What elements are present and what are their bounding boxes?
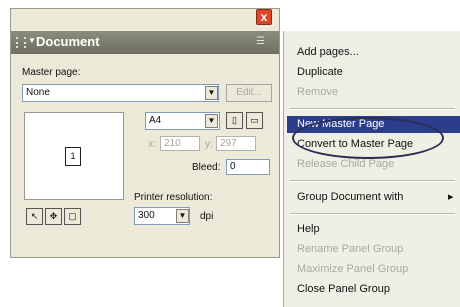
drag-grip-icon[interactable] [16, 37, 26, 48]
master-page-label: Master page: [22, 67, 81, 78]
dropdown-arrow-icon[interactable]: ▼ [205, 86, 218, 100]
grab-tool-icon[interactable]: ✥ [45, 208, 62, 225]
menu-item-maximize-panel-group[interactable]: Maximize Panel Group [297, 263, 408, 275]
printer-resolution-label: Printer resolution: [134, 192, 213, 203]
menu-item-release-child-page[interactable]: Release Child Page [297, 158, 394, 170]
menu-item-group-document-with[interactable]: Group Document with [297, 191, 403, 203]
dropdown-arrow-icon[interactable]: ▼ [176, 209, 189, 223]
menu-item-duplicate[interactable]: Duplicate [297, 66, 343, 78]
height-field[interactable]: 297 [216, 136, 256, 151]
submenu-arrow-icon: ▸ [448, 191, 454, 203]
page-number-box: 1 [65, 147, 81, 166]
dropdown-arrow-icon[interactable]: ▼ [205, 114, 218, 128]
close-icon[interactable]: x [256, 9, 272, 25]
menu-separator [290, 108, 455, 110]
bleed-label: Bleed: [192, 162, 221, 173]
master-page-select[interactable]: None [22, 84, 219, 102]
menu-item-remove[interactable]: Remove [297, 86, 338, 98]
collapse-arrow-icon[interactable]: ▼ [28, 36, 36, 45]
bleed-value: 0 [230, 161, 236, 172]
menu-item-rename-panel-group[interactable]: Rename Panel Group [297, 243, 403, 255]
page-size-value: A4 [149, 115, 162, 126]
edit-button[interactable]: Edit... [226, 84, 272, 102]
menu-separator [290, 180, 455, 182]
width-value: 210 [164, 138, 181, 149]
height-prefix: y: [205, 139, 213, 150]
printer-resolution-value: 300 [138, 210, 155, 221]
menu-item-add-pages[interactable]: Add pages... [297, 46, 359, 58]
page-tool-icon[interactable]: ↖ [26, 208, 43, 225]
master-page-value: None [26, 87, 50, 98]
dpi-label: dpi [200, 211, 214, 222]
menu-item-close-panel-group[interactable]: Close Panel Group [297, 283, 390, 295]
width-field[interactable]: 210 [160, 136, 200, 151]
menu-separator [290, 213, 455, 215]
bleed-field[interactable]: 0 [226, 159, 270, 175]
portrait-icon[interactable]: ▯ [226, 112, 243, 129]
rectangle-tool-icon[interactable]: ▢ [64, 208, 81, 225]
annotation-ellipse [292, 117, 444, 159]
height-value: 297 [220, 138, 237, 149]
width-prefix: x: [148, 139, 156, 150]
landscape-icon[interactable]: ▭ [246, 112, 263, 129]
panel-menu-icon[interactable]: ☰ [256, 36, 265, 47]
panel-title: Document [36, 34, 100, 49]
menu-item-help[interactable]: Help [297, 223, 320, 235]
